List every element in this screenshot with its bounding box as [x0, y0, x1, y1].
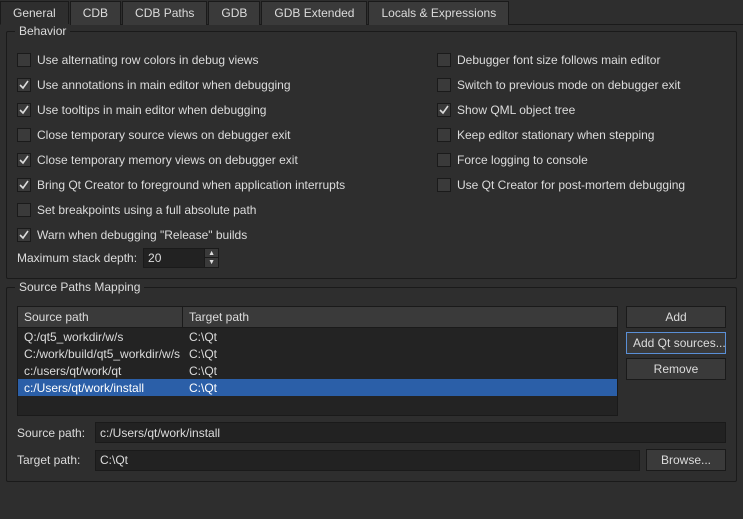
remove-button[interactable]: Remove: [626, 358, 726, 380]
checkbox[interactable]: [437, 153, 451, 167]
checkbox-label[interactable]: Show QML object tree: [457, 103, 575, 117]
tab-locals-expressions[interactable]: Locals & Expressions: [368, 1, 509, 25]
target-path-label: Target path:: [17, 453, 89, 467]
max-stack-spinbox[interactable]: ▲ ▼: [143, 248, 219, 268]
add-qt-sources-button[interactable]: Add Qt sources...: [626, 332, 726, 354]
checkbox[interactable]: [17, 103, 31, 117]
general-panel: Behavior Use alternating row colors in d…: [0, 25, 743, 496]
checkbox-label[interactable]: Debugger font size follows main editor: [457, 53, 660, 67]
source-path-input[interactable]: [95, 422, 726, 443]
checkbox-label[interactable]: Keep editor stationary when stepping: [457, 128, 654, 142]
checkbox-row: Close temporary memory views on debugger…: [17, 150, 417, 169]
checkbox[interactable]: [17, 128, 31, 142]
tab-gdb-extended[interactable]: GDB Extended: [261, 1, 367, 25]
mapping-table[interactable]: Source path Target path Q:/qt5_workdir/w…: [17, 306, 618, 416]
mapping-table-header: Source path Target path: [18, 307, 617, 328]
cell-target: C:\Qt: [183, 363, 617, 379]
checkbox-label[interactable]: Close temporary memory views on debugger…: [37, 153, 298, 167]
checkbox-row: Keep editor stationary when stepping: [437, 125, 685, 144]
table-row[interactable]: c:/users/qt/work/qtC:\Qt: [18, 362, 617, 379]
checkbox-label[interactable]: Use Qt Creator for post-mortem debugging: [457, 178, 685, 192]
checkbox-row: Use tooltips in main editor when debuggi…: [17, 100, 417, 119]
behavior-title: Behavior: [15, 24, 70, 38]
tab-gdb[interactable]: GDB: [208, 1, 260, 25]
cell-target: C:\Qt: [183, 380, 617, 396]
header-target[interactable]: Target path: [183, 307, 617, 327]
checkbox[interactable]: [437, 78, 451, 92]
checkbox[interactable]: [437, 53, 451, 67]
spin-up-icon[interactable]: ▲: [204, 249, 218, 258]
cell-target: C:\Qt: [183, 346, 617, 362]
max-stack-label: Maximum stack depth:: [17, 251, 137, 265]
mapping-buttons: Add Add Qt sources... Remove: [626, 306, 726, 416]
tab-general[interactable]: General: [0, 1, 69, 25]
behavior-left-column: Use alternating row colors in debug view…: [17, 50, 417, 244]
checkbox-label[interactable]: Warn when debugging "Release" builds: [37, 228, 247, 242]
checkbox-row: Show QML object tree: [437, 100, 685, 119]
checkbox-row: Debugger font size follows main editor: [437, 50, 685, 69]
checkbox-row: Switch to previous mode on debugger exit: [437, 75, 685, 94]
behavior-right-column: Debugger font size follows main editor Sw…: [437, 50, 685, 244]
checkbox[interactable]: [17, 78, 31, 92]
cell-source: c:/users/qt/work/qt: [18, 363, 183, 379]
checkbox-row: Use alternating row colors in debug view…: [17, 50, 417, 69]
checkbox[interactable]: [17, 53, 31, 67]
tab-bar: GeneralCDBCDB PathsGDBGDB ExtendedLocals…: [0, 0, 743, 25]
target-path-input[interactable]: [95, 450, 640, 471]
checkbox[interactable]: [17, 178, 31, 192]
cell-source: Q:/qt5_workdir/w/s: [18, 329, 183, 345]
checkbox-row: Close temporary source views on debugger…: [17, 125, 417, 144]
table-row[interactable]: C:/work/build/qt5_workdir/w/sC:\Qt: [18, 345, 617, 362]
checkbox-row: Bring Qt Creator to foreground when appl…: [17, 175, 417, 194]
behavior-group: Behavior Use alternating row colors in d…: [6, 31, 737, 279]
checkbox-label[interactable]: Switch to previous mode on debugger exit: [457, 78, 680, 92]
checkbox[interactable]: [17, 153, 31, 167]
checkbox-row: Use Qt Creator for post-mortem debugging: [437, 175, 685, 194]
checkbox-label[interactable]: Bring Qt Creator to foreground when appl…: [37, 178, 345, 192]
checkbox-row: Warn when debugging "Release" builds: [17, 225, 417, 244]
checkbox-label[interactable]: Use alternating row colors in debug view…: [37, 53, 258, 67]
source-path-label: Source path:: [17, 426, 89, 440]
table-row[interactable]: c:/Users/qt/work/installC:\Qt: [18, 379, 617, 396]
checkbox[interactable]: [437, 103, 451, 117]
tab-cdb-paths[interactable]: CDB Paths: [122, 1, 207, 25]
add-button[interactable]: Add: [626, 306, 726, 328]
table-row[interactable]: Q:/qt5_workdir/w/sC:\Qt: [18, 328, 617, 345]
max-stack-row: Maximum stack depth: ▲ ▼: [17, 248, 417, 268]
target-path-row: Target path: Browse...: [17, 449, 726, 471]
browse-button[interactable]: Browse...: [646, 449, 726, 471]
source-paths-title: Source Paths Mapping: [15, 280, 144, 294]
header-source[interactable]: Source path: [18, 307, 183, 327]
max-stack-input[interactable]: [144, 249, 204, 267]
spin-down-icon[interactable]: ▼: [204, 258, 218, 267]
checkbox[interactable]: [17, 203, 31, 217]
checkbox-row: Set breakpoints using a full absolute pa…: [17, 200, 417, 219]
source-paths-group: Source Paths Mapping Source path Target …: [6, 287, 737, 482]
cell-source: C:/work/build/qt5_workdir/w/s: [18, 346, 183, 362]
checkbox-label[interactable]: Use tooltips in main editor when debuggi…: [37, 103, 266, 117]
checkbox-row: Use annotations in main editor when debu…: [17, 75, 417, 94]
source-path-row: Source path:: [17, 422, 726, 443]
checkbox-row: Force logging to console: [437, 150, 685, 169]
checkbox-label[interactable]: Force logging to console: [457, 153, 588, 167]
checkbox[interactable]: [17, 228, 31, 242]
tab-cdb[interactable]: CDB: [70, 1, 121, 25]
cell-target: C:\Qt: [183, 329, 617, 345]
checkbox[interactable]: [437, 178, 451, 192]
checkbox[interactable]: [437, 128, 451, 142]
checkbox-label[interactable]: Set breakpoints using a full absolute pa…: [37, 203, 256, 217]
checkbox-label[interactable]: Close temporary source views on debugger…: [37, 128, 290, 142]
cell-source: c:/Users/qt/work/install: [18, 380, 183, 396]
checkbox-label[interactable]: Use annotations in main editor when debu…: [37, 78, 291, 92]
